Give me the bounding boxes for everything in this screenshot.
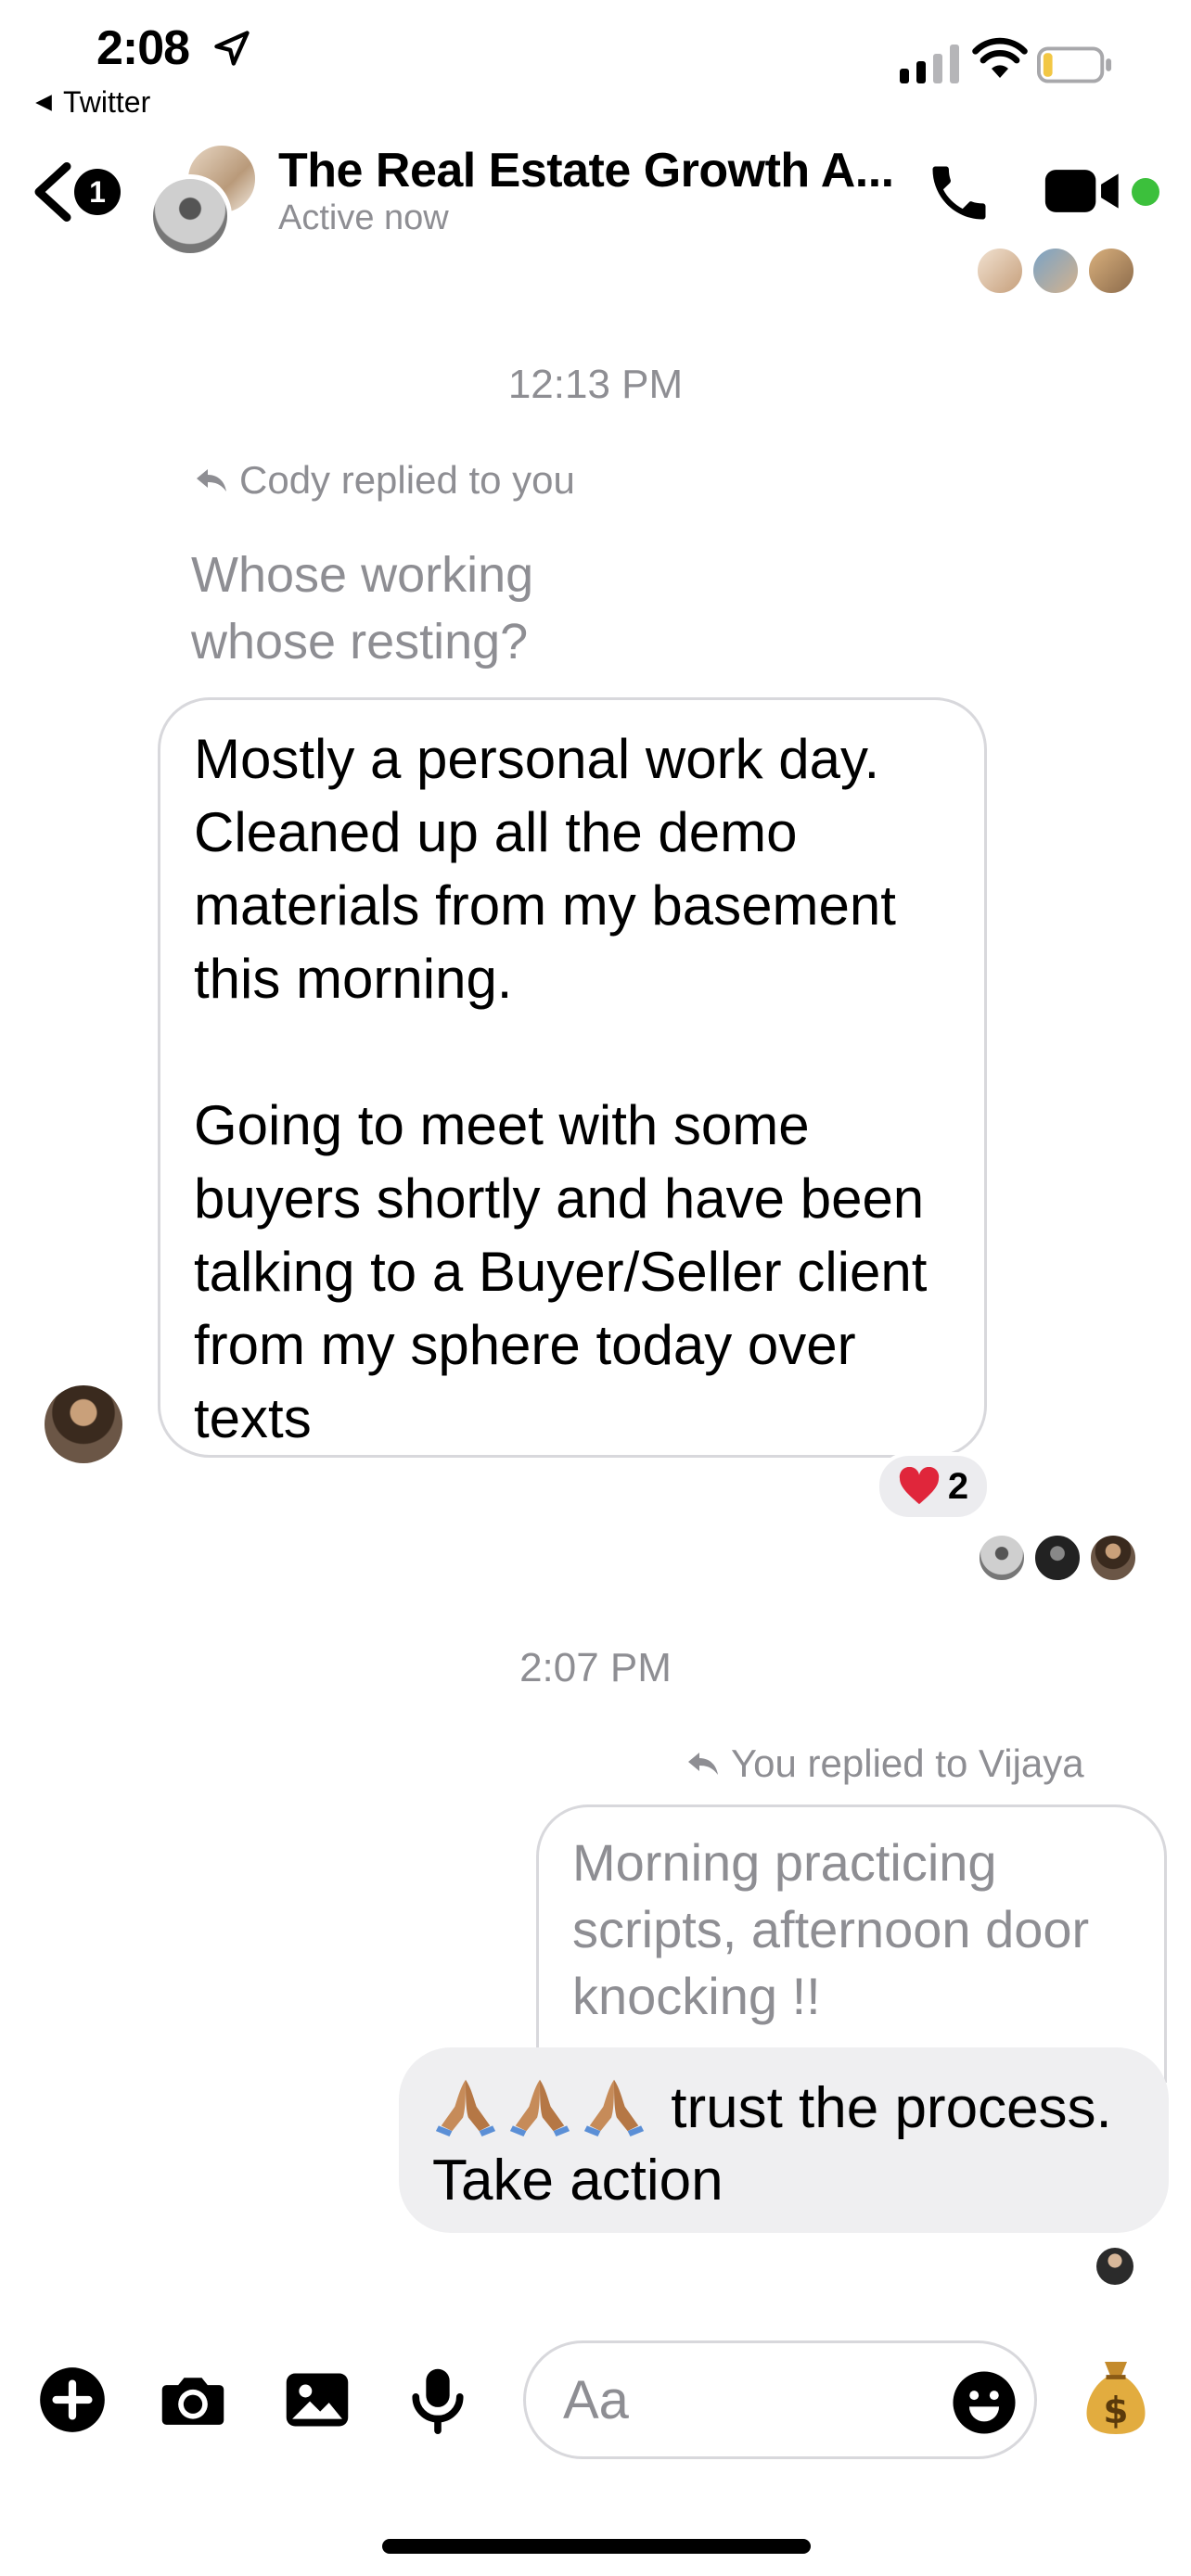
quoted-message[interactable]: Morning practicing scripts, afternoon do… [536, 1804, 1167, 2083]
avatar [1031, 247, 1080, 295]
chat-title[interactable]: The Real Estate Growth A... [278, 143, 894, 198]
reply-arrow-icon [197, 469, 226, 491]
back-app-label: Twitter [63, 85, 151, 119]
active-status: Active now [278, 198, 449, 237]
quoted-line: whose resting? [191, 614, 529, 670]
microphone-icon[interactable] [403, 2365, 473, 2435]
unread-badge: 1 [74, 169, 121, 215]
incoming-message-bubble[interactable]: Mostly a personal work day. Cleaned up a… [158, 697, 987, 1458]
money-bag-icon[interactable]: $ [1082, 2353, 1150, 2437]
praying-hands-emoji-icon [509, 2079, 570, 2136]
avatar [1087, 247, 1135, 295]
read-receipt-avatar [1096, 2248, 1133, 2285]
status-time: 2:08 [96, 21, 190, 75]
reply-arrow-icon [688, 1753, 718, 1775]
avatar [976, 247, 1024, 295]
quoted-message[interactable]: Whose working whose resting? [191, 542, 533, 675]
message-paragraph: Going to meet with some buyers shortly a… [194, 1094, 928, 1449]
home-indicator [382, 2539, 811, 2554]
heart-icon [899, 1467, 940, 1505]
back-triangle-icon [35, 94, 52, 111]
group-avatar[interactable] [148, 174, 232, 258]
sender-avatar[interactable] [45, 1385, 122, 1463]
battery-icon [1037, 46, 1112, 83]
reaction-count: 2 [947, 1465, 969, 1507]
reaction-badge[interactable]: 2 [876, 1452, 991, 1521]
message-paragraph: Mostly a personal work day. Cleaned up a… [194, 728, 896, 1010]
praying-hands-emoji-icon [583, 2079, 645, 2136]
plus-circle-icon[interactable] [37, 2365, 108, 2435]
camera-icon[interactable] [158, 2365, 228, 2435]
active-indicator [1132, 178, 1159, 206]
reply-label: You replied to Vijaya [685, 1741, 1084, 1786]
quoted-line: Whose working [191, 547, 534, 603]
video-camera-icon[interactable] [1043, 163, 1122, 219]
reply-label-text: You replied to Vijaya [731, 1741, 1084, 1785]
emoji-icon[interactable] [952, 2370, 1017, 2435]
outgoing-message-bubble[interactable]: trust the process. Take action [399, 2047, 1169, 2233]
avatar [978, 1534, 1026, 1582]
reply-label-text: Cody replied to you [239, 458, 575, 502]
avatar [1089, 1534, 1137, 1582]
read-receipts [978, 1534, 1137, 1582]
wifi-icon [972, 37, 1028, 78]
praying-hands-emoji-icon [435, 2079, 496, 2136]
back-to-app-link[interactable]: Twitter [33, 85, 150, 120]
cellular-signal-icon [900, 43, 959, 83]
photo-gallery-icon[interactable] [282, 2365, 352, 2435]
message-timestamp: 12:13 PM [507, 362, 684, 407]
location-arrow-icon [214, 31, 250, 66]
message-timestamp: 2:07 PM [519, 1645, 672, 1690]
phone-icon[interactable] [924, 158, 994, 228]
read-receipts [976, 247, 1135, 295]
avatar [1033, 1534, 1082, 1582]
svg-text:$: $ [1103, 2391, 1128, 2432]
reply-label: Cody replied to you [193, 458, 575, 503]
back-chevron-icon[interactable] [30, 159, 76, 224]
